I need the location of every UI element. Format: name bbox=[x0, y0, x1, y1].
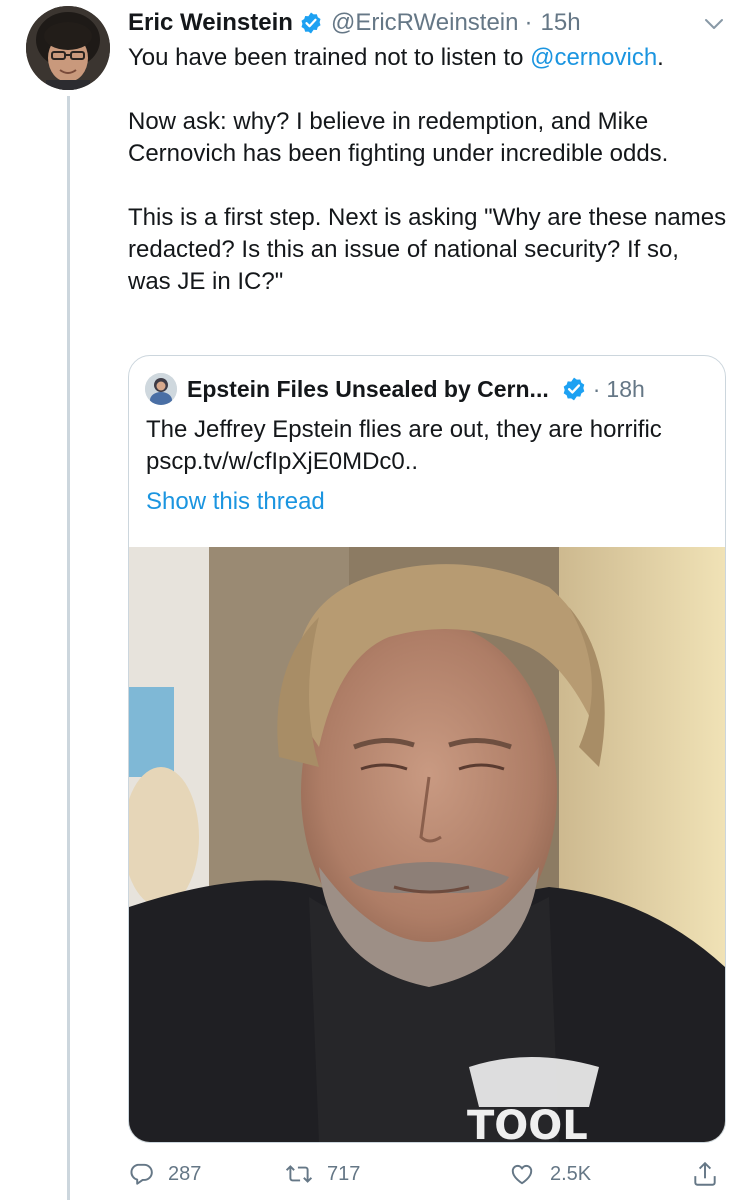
retweet-button[interactable]: 717 bbox=[285, 1156, 360, 1192]
show-thread-link[interactable]: Show this thread bbox=[146, 488, 325, 516]
tweet-body: You have been trained not to listen to @… bbox=[128, 42, 728, 330]
author-name[interactable]: Eric Weinstein bbox=[128, 9, 293, 37]
quote-timestamp[interactable]: 18h bbox=[606, 376, 644, 403]
retweet-icon bbox=[285, 1165, 313, 1183]
quote-author-name[interactable]: Epstein Files Unsealed by Cern... bbox=[187, 376, 549, 403]
mention-link[interactable]: @cernovich bbox=[530, 44, 657, 71]
quote-body: The Jeffrey Epstein flies are out, they … bbox=[146, 416, 662, 475]
reply-icon bbox=[130, 1163, 153, 1185]
share-button[interactable] bbox=[692, 1156, 732, 1192]
verified-badge-icon bbox=[563, 377, 585, 401]
shirt-logo-text: TOOL bbox=[467, 1103, 588, 1142]
author-avatar[interactable] bbox=[26, 6, 110, 90]
quote-media-image[interactable]: TOOL bbox=[129, 547, 725, 1142]
like-count: 2.5K bbox=[550, 1162, 592, 1185]
tweet-header: Eric Weinstein @EricRWeinstein · 15h bbox=[128, 6, 581, 40]
tweet-paragraph-3: This is a first step. Next is asking "Wh… bbox=[128, 204, 727, 295]
reply-count: 287 bbox=[168, 1162, 202, 1185]
tweet-paragraph-1: You have been trained not to listen to @… bbox=[128, 42, 728, 74]
like-button[interactable]: 2.5K bbox=[508, 1156, 591, 1192]
tweet-paragraph-2: Now ask: why? I believe in redemption, a… bbox=[128, 108, 669, 167]
author-handle[interactable]: @EricRWeinstein bbox=[331, 9, 519, 37]
heart-icon bbox=[511, 1164, 533, 1185]
shirt-logo: TOOL bbox=[467, 1057, 599, 1142]
retweet-count: 717 bbox=[327, 1162, 361, 1185]
quoted-tweet-card[interactable]: Epstein Files Unsealed by Cern... · 18h … bbox=[128, 355, 726, 1143]
quote-author-avatar[interactable] bbox=[145, 373, 177, 405]
tweet-action-bar: 287 717 2.5K bbox=[128, 1156, 728, 1196]
share-icon bbox=[694, 1161, 716, 1186]
chevron-down-icon[interactable] bbox=[702, 12, 726, 36]
reply-button[interactable]: 287 bbox=[128, 1156, 201, 1192]
verified-badge-icon bbox=[301, 12, 321, 34]
thread-connector-line bbox=[67, 96, 70, 1200]
tweet-timestamp[interactable]: 15h bbox=[541, 9, 581, 37]
separator-dot: · bbox=[524, 9, 533, 36]
quote-separator: · bbox=[592, 375, 601, 402]
tweet-text-segment: You have been trained not to listen to bbox=[128, 44, 531, 71]
quote-header: Epstein Files Unsealed by Cern... · 18h bbox=[145, 372, 645, 406]
tweet-text-segment: . bbox=[657, 44, 664, 71]
